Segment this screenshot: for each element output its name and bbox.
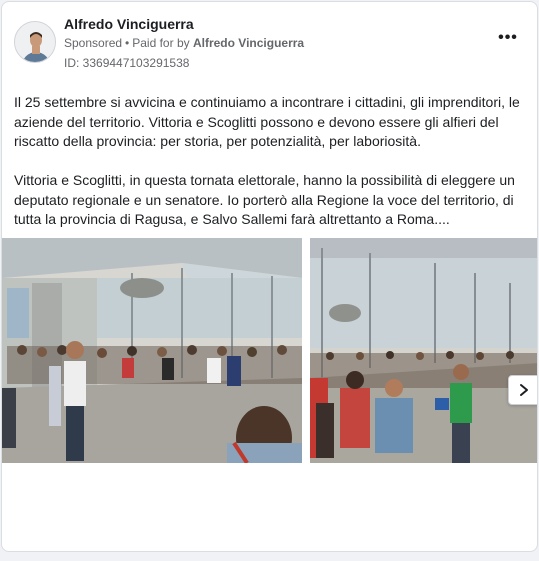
carousel-next-button[interactable]	[508, 375, 537, 405]
image-carousel	[2, 238, 537, 463]
body-paragraph-2: Vittoria e Scoglitti, in questa tornata …	[14, 172, 515, 227]
payer-name: Alfredo Vinciguerra	[192, 36, 305, 50]
advertiser-name[interactable]: Alfredo Vinciguerra	[64, 16, 194, 32]
body-paragraph-1: Il 25 settembre si avvicina e continuiam…	[14, 94, 520, 149]
ad-body-text: Il 25 settembre si avvicina e continuiam…	[14, 93, 529, 249]
ad-id: ID: 3369447103291538	[64, 56, 190, 70]
ad-meta: Sponsored • Paid for by Alfredo Vinciguerr…	[64, 36, 304, 50]
event-photo-2[interactable]	[310, 238, 537, 463]
sponsored-label: Sponsored	[64, 36, 123, 50]
ad-header: Alfredo Vinciguerra Sponsored • Paid for b…	[2, 2, 537, 78]
chevron-right-icon	[520, 384, 528, 396]
ad-card: Alfredo Vinciguerra Sponsored • Paid for b…	[1, 1, 538, 552]
meta-separator: •	[125, 36, 130, 50]
event-photo-1[interactable]	[2, 238, 302, 463]
paid-for-prefix: Paid for by	[132, 36, 190, 50]
more-horizontal-icon[interactable]: •••	[497, 30, 519, 48]
avatar[interactable]	[14, 21, 56, 63]
